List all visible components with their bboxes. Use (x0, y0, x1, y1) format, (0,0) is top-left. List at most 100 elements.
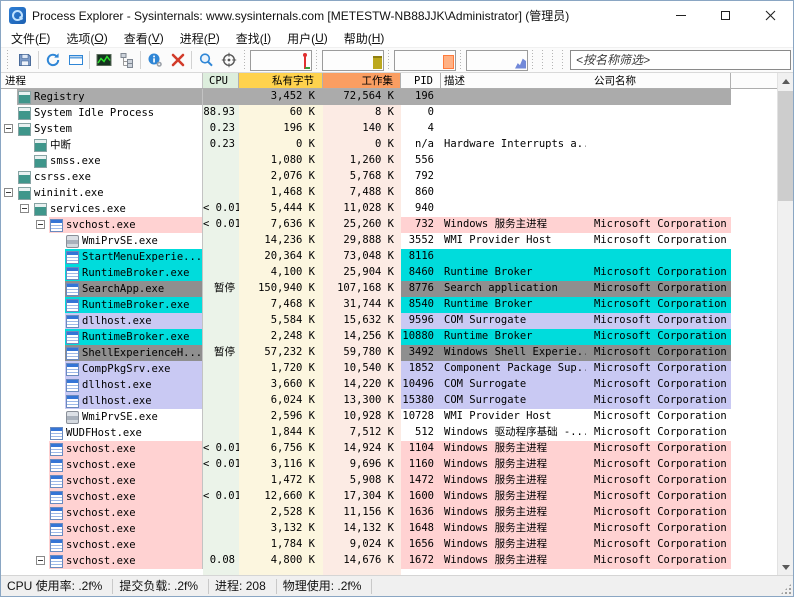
columns-button[interactable] (64, 49, 87, 71)
commit-history-graph[interactable] (322, 49, 384, 71)
toolbar-gripper[interactable] (243, 50, 247, 70)
toolbar-gripper[interactable] (315, 50, 319, 70)
process-row[interactable]: svchost.exe < 0.01 12,660 K 17,304 K 1600 Win… (1, 489, 777, 505)
process-row[interactable]: WUDFHost.exe 1,844 K 7,512 K 512 Windows 驱动程… (1, 425, 777, 441)
process-row[interactable]: dllhost.exe 6,024 K 13,300 K 15380 COM Surro… (1, 393, 777, 409)
menu-item-view[interactable]: 查看(V) (116, 29, 172, 47)
process-row[interactable]: svchost.exe 1,472 K 5,908 K 1472 Windows 服务主… (1, 473, 777, 489)
process-row[interactable]: SearchApp.exe 暂停 150,940 K 107,168 K 8776 Sea… (1, 281, 777, 297)
cell-company-value: Microsoft Corporation (594, 490, 727, 502)
process-row[interactable]: svchost.exe < 0.01 7,636 K 25,260 K 732 Windo… (1, 217, 777, 233)
cell-cpu-value: < 0.01 (203, 218, 239, 230)
system-information-button[interactable] (92, 49, 115, 71)
process-row[interactable]: Registry 3,452 K 72,564 K 196 (1, 89, 777, 105)
column-header-company[interactable]: 公司名称 (586, 73, 731, 88)
process-tree-button[interactable] (115, 49, 138, 71)
process-row[interactable]: services.exe < 0.01 5,444 K 11,028 K 940 (1, 201, 777, 217)
toolbar-gripper[interactable] (541, 50, 545, 70)
cell-ws-value: 5,908 K (349, 474, 394, 486)
process-row[interactable]: System Idle Process 88.93 60 K 8 K 0 (1, 105, 777, 121)
maximize-button[interactable] (703, 1, 748, 29)
cell-cpu: < 0.01 (203, 201, 239, 217)
process-row[interactable]: svchost.exe 3,132 K 14,132 K 1648 Windows 服务… (1, 521, 777, 537)
minimize-button[interactable] (658, 1, 703, 29)
app-logo-icon (9, 6, 26, 24)
toolbar-gripper[interactable] (531, 50, 535, 70)
menu-item-process[interactable]: 进程(P) (172, 29, 228, 47)
filter-by-name-input[interactable] (570, 50, 791, 70)
process-row[interactable]: System 0.23 196 K 140 K 4 (1, 121, 777, 137)
process-row[interactable]: svchost.exe 2,528 K 11,156 K 1636 Windows 服务… (1, 505, 777, 521)
process-row[interactable]: dllhost.exe 5,584 K 15,632 K 9596 COM Surrog… (1, 313, 777, 329)
process-row[interactable]: RuntimeBroker.exe 2,248 K 14,256 K 10880 Run… (1, 329, 777, 345)
cell-ws: 14,220 K (323, 377, 401, 393)
process-row[interactable]: svchost.exe < 0.01 6,756 K 14,924 K 1104 Wind… (1, 441, 777, 457)
kill-process-icon (171, 53, 184, 67)
cell-desc (441, 105, 586, 121)
process-row[interactable]: svchost.exe < 0.01 3,116 K 9,696 K 1160 Windo… (1, 457, 777, 473)
menu-label: 用户( (287, 31, 316, 46)
tree-collapse-toggle[interactable] (4, 188, 13, 197)
cell-company: Microsoft Corporation (586, 217, 731, 233)
cell-ws: 15,632 K (323, 313, 401, 329)
find-handle-button[interactable] (194, 49, 217, 71)
column-header-private-bytes[interactable]: 私有字节 (239, 73, 323, 88)
column-header-working-set[interactable]: 工作集 (323, 73, 401, 88)
process-row[interactable]: RuntimeBroker.exe 4,100 K 25,904 K 8460 Runt… (1, 265, 777, 281)
process-row[interactable]: RuntimeBroker.exe 7,468 K 31,744 K 8540 Runt… (1, 297, 777, 313)
resize-grip[interactable] (780, 583, 792, 595)
process-row[interactable]: svchost.exe 1,784 K 9,024 K 1656 Windows 服务主… (1, 537, 777, 553)
properties-button[interactable] (143, 49, 166, 71)
process-row[interactable]: smss.exe 1,080 K 1,260 K 556 (1, 153, 777, 169)
process-row[interactable]: CompPkgSrv.exe 1,720 K 10,540 K 1852 Compone… (1, 361, 777, 377)
column-header-pid[interactable]: PID (401, 73, 441, 88)
process-row[interactable]: 中断 0.23 0 K 0 K n/a Hardware Interrupts a... (1, 137, 777, 153)
tree-collapse-toggle[interactable] (20, 204, 29, 213)
process-row[interactable]: StartMenuExperie... 20,364 K 73,048 K 8116 (1, 249, 777, 265)
refresh-icon (46, 53, 59, 67)
cell-desc: Windows 服务主进程 (441, 537, 586, 553)
vertical-scrollbar[interactable] (777, 73, 793, 575)
toolbar-gripper[interactable] (561, 50, 565, 70)
refresh-button[interactable] (41, 49, 64, 71)
scroll-down-button[interactable] (778, 559, 793, 575)
save-button[interactable] (13, 49, 36, 71)
process-row[interactable]: csrss.exe 2,076 K 5,768 K 792 (1, 169, 777, 185)
menu-item-help[interactable]: 帮助(H) (336, 29, 393, 47)
process-row[interactable]: WmiPrvSE.exe 14,236 K 29,888 K 3552 WMI Prov… (1, 233, 777, 249)
process-row[interactable]: WmiPrvSE.exe 2,596 K 10,928 K 10728 WMI Prov… (1, 409, 777, 425)
process-name-cell: RuntimeBroker.exe (1, 297, 203, 313)
menu-item-options[interactable]: 选项(O) (58, 29, 115, 47)
close-button[interactable] (748, 1, 793, 29)
gpu-history-graph[interactable] (466, 49, 528, 71)
column-header-process[interactable]: 进程 (1, 73, 203, 88)
column-header-cpu[interactable]: CPU (203, 73, 239, 88)
toolbar-gripper[interactable] (459, 50, 463, 70)
tree-collapse-toggle[interactable] (4, 124, 13, 133)
process-row[interactable]: ShellExperienceH... 暂停 57,232 K 59,780 K 349… (1, 345, 777, 361)
process-row[interactable]: dllhost.exe 3,660 K 14,220 K 10496 COM Surro… (1, 377, 777, 393)
menu-item-find[interactable]: 查找(I) (228, 29, 279, 47)
menu-item-users[interactable]: 用户(U) (279, 29, 336, 47)
scrollbar-thumb[interactable] (778, 91, 793, 201)
process-table: 进程 CPU 私有字节 工作集 PID 描述 公司名称 Registry 3,45… (1, 73, 793, 575)
cpu-usage-graph[interactable] (250, 49, 312, 71)
toolbar-gripper[interactable] (387, 50, 391, 70)
toolbar-gripper[interactable] (551, 50, 555, 70)
column-header-description[interactable]: 描述 (441, 73, 586, 88)
io-history-graph[interactable] (394, 49, 456, 71)
scroll-up-button[interactable] (778, 73, 793, 89)
tree-collapse-toggle[interactable] (36, 556, 45, 565)
process-row[interactable]: wininit.exe 1,468 K 7,488 K 860 (1, 185, 777, 201)
process-row[interactable]: svchost.exe 0.08 4,800 K 14,676 K 1672 Window… (1, 553, 777, 569)
cell-pid: 10880 (401, 329, 441, 345)
kill-process-button[interactable] (166, 49, 189, 71)
cell-ws: 7,488 K (323, 185, 401, 201)
cell-pid: 3492 (401, 345, 441, 361)
find-window-button[interactable] (217, 49, 240, 71)
process-list: Registry 3,452 K 72,564 K 196 System Idle Pr… (1, 89, 777, 575)
cell-desc (441, 249, 586, 265)
menu-item-file[interactable]: 文件(F) (3, 29, 58, 47)
tree-collapse-toggle[interactable] (36, 220, 45, 229)
toolbar-gripper[interactable] (6, 50, 10, 70)
